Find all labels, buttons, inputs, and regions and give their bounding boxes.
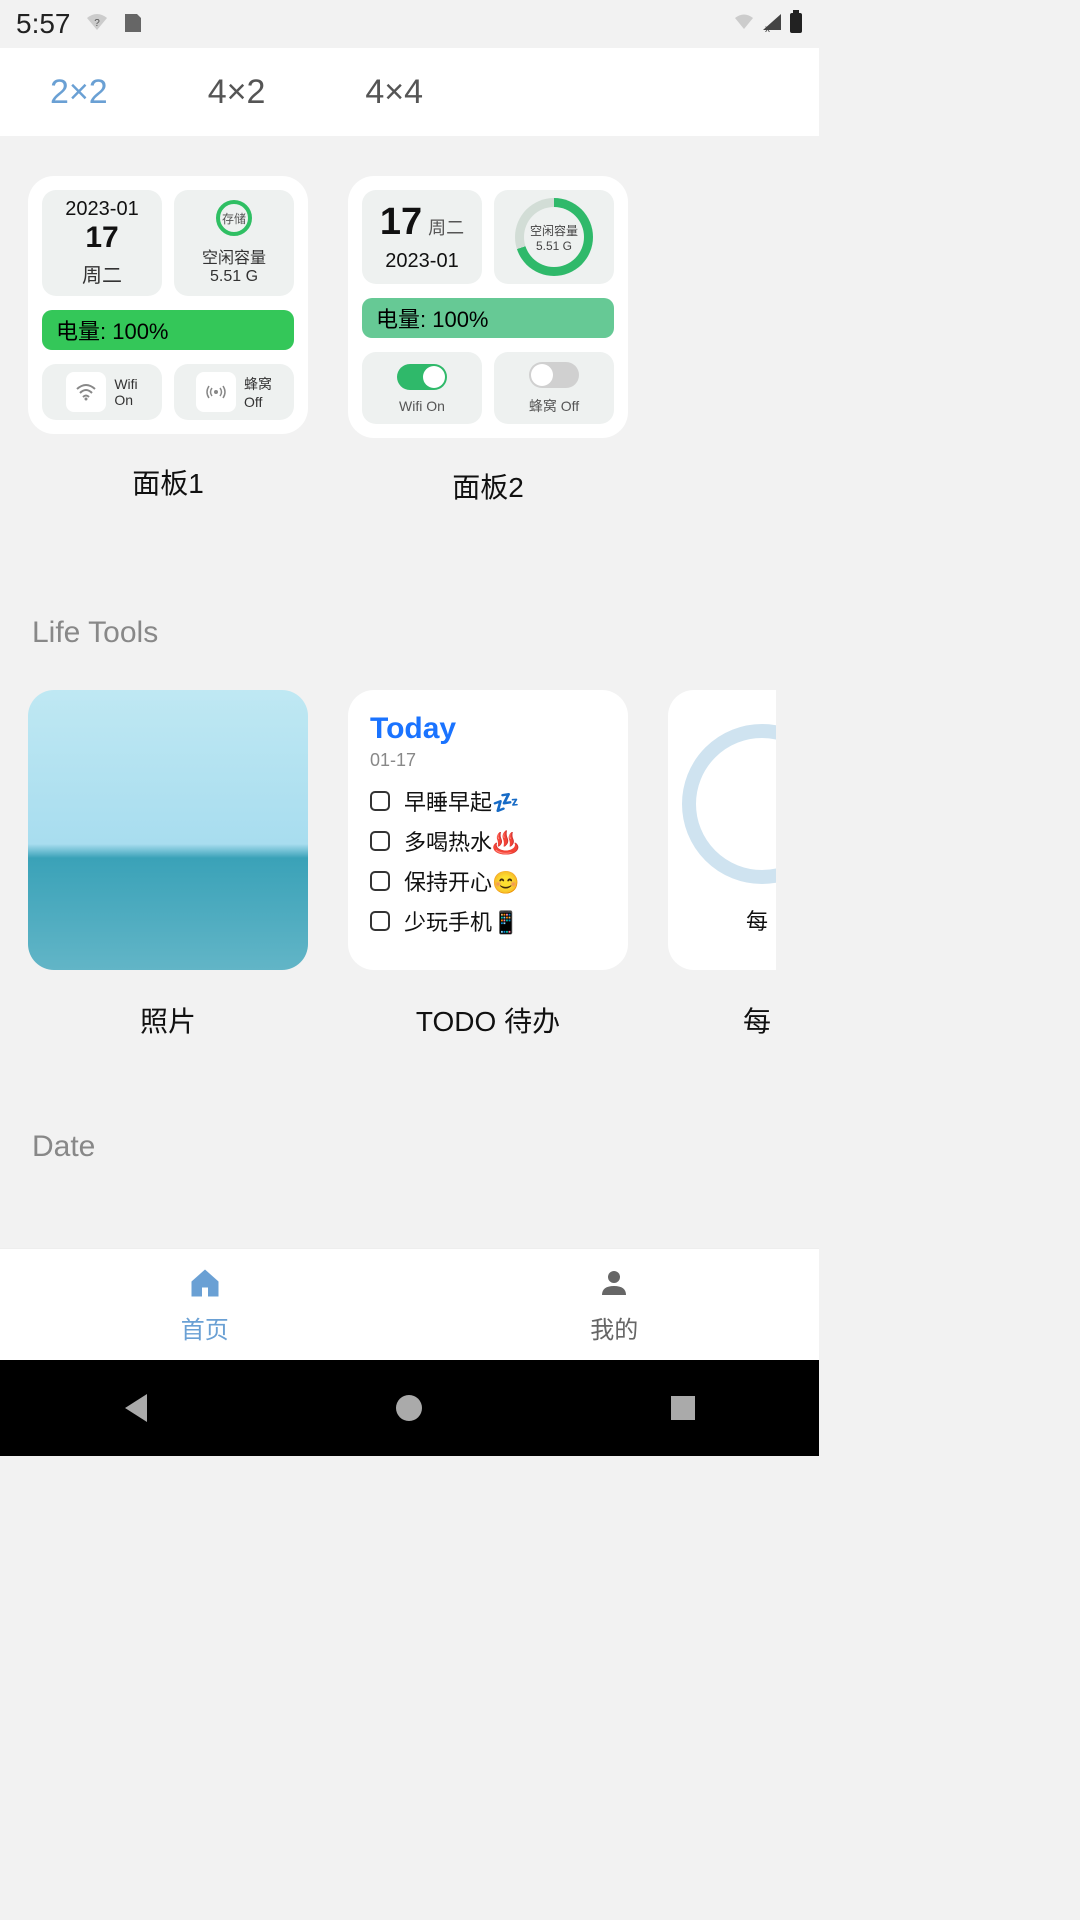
storage-free-value: 5.51 G — [210, 268, 258, 286]
sdcard-icon — [123, 10, 143, 39]
wifi-toggle[interactable] — [397, 364, 447, 390]
cellular-toggle-label: 蜂窝 Off — [529, 396, 579, 416]
checkbox-icon — [370, 871, 390, 891]
checkbox-icon — [370, 831, 390, 851]
checkbox-icon — [370, 791, 390, 811]
home-button[interactable] — [396, 1395, 422, 1421]
cellular-toggle[interactable] — [529, 362, 579, 388]
home-icon — [187, 1265, 223, 1306]
cellular-tile: 蜂窝 Off — [174, 364, 294, 420]
widget-panel-1[interactable]: 2023-01 17 周二 存储 空闲容量 5.51 G 电量: 100% — [28, 176, 308, 434]
back-button[interactable] — [125, 1394, 147, 1422]
nav-mine[interactable]: 我的 — [410, 1249, 820, 1360]
nav-home-label: 首页 — [181, 1310, 229, 1345]
svg-text:x: x — [765, 24, 770, 32]
storage-ring-icon: 存储 — [216, 200, 252, 236]
widget-photo[interactable] — [28, 690, 308, 970]
date-year: 2023-01 — [385, 250, 458, 273]
tab-2x2[interactable]: 2×2 — [50, 73, 108, 112]
cellular-toggle-tile: 蜂窝 Off — [494, 352, 614, 424]
svg-text:?: ? — [94, 18, 100, 29]
wifi-status-icon: ? — [85, 12, 109, 37]
todo-heading: Today — [370, 712, 606, 746]
panel1-title: 面板1 — [28, 462, 308, 502]
wifi-state: On — [114, 392, 133, 408]
size-tabs: 2×2 4×2 4×4 — [0, 48, 819, 136]
status-time: 5:57 — [16, 8, 71, 40]
battery-icon — [789, 10, 803, 39]
date-weekday: 周二 — [82, 259, 122, 288]
todo-item: 早睡早起💤 — [370, 785, 606, 817]
person-icon — [596, 1265, 632, 1306]
storage-ring-tile: 空闲容量 5.51 G — [494, 190, 614, 284]
status-bar: 5:57 ? x — [0, 0, 819, 48]
widget-panel-2[interactable]: 17 周二 2023-01 空闲容量 5.51 G — [348, 176, 628, 438]
signal-icon: x — [761, 12, 783, 37]
wifi-icon — [66, 372, 106, 412]
date-tile: 17 周二 2023-01 — [362, 190, 482, 284]
cellular-state: Off — [244, 394, 262, 410]
section-life-tools: Life Tools — [32, 616, 791, 650]
wifi-tile: Wifi On — [42, 364, 162, 420]
wifi-label: Wifi — [114, 376, 137, 392]
bottom-nav: 首页 我的 — [0, 1248, 819, 1360]
widget-peek[interactable]: 每 — [668, 690, 776, 970]
wifi-icon — [733, 13, 755, 36]
widget-todo[interactable]: Today 01-17 早睡早起💤 多喝热水♨️ 保持开心😊 少玩手机📱 — [348, 690, 628, 970]
todo-title: TODO 待办 — [348, 1000, 628, 1040]
section-date: Date — [32, 1130, 791, 1164]
storage-ring-icon: 空闲容量 5.51 G — [515, 198, 593, 276]
storage-tile: 存储 空闲容量 5.51 G — [174, 190, 294, 296]
battery-bar: 电量: 100% — [42, 310, 294, 350]
panel2-title: 面板2 — [348, 466, 628, 506]
peek-label: 每 — [746, 904, 768, 936]
todo-date: 01-17 — [370, 750, 606, 771]
checkbox-icon — [370, 911, 390, 931]
wifi-toggle-label: Wifi On — [399, 398, 445, 414]
todo-item: 保持开心😊 — [370, 865, 606, 897]
ring-icon — [682, 724, 776, 884]
cellular-label: 蜂窝 — [244, 374, 272, 394]
date-weekday: 周二 — [428, 214, 464, 240]
date-year: 2023-01 — [65, 198, 138, 221]
todo-item: 多喝热水♨️ — [370, 825, 606, 857]
date-day: 17 — [85, 221, 118, 255]
storage-free-label: 空闲容量 — [202, 244, 266, 268]
android-nav-bar — [0, 1360, 819, 1456]
battery-bar: 电量: 100% — [362, 298, 614, 338]
date-day: 17 — [380, 201, 422, 244]
todo-item: 少玩手机📱 — [370, 905, 606, 937]
tab-4x2[interactable]: 4×2 — [208, 73, 266, 112]
cellular-icon — [196, 372, 236, 412]
nav-mine-label: 我的 — [590, 1310, 638, 1345]
tab-4x4[interactable]: 4×4 — [365, 73, 423, 112]
nav-home[interactable]: 首页 — [0, 1249, 410, 1360]
date-tile: 2023-01 17 周二 — [42, 190, 162, 296]
wifi-toggle-tile: Wifi On — [362, 352, 482, 424]
photo-title: 照片 — [28, 1000, 308, 1040]
recents-button[interactable] — [671, 1396, 695, 1420]
peek-title: 每 — [668, 1000, 846, 1040]
